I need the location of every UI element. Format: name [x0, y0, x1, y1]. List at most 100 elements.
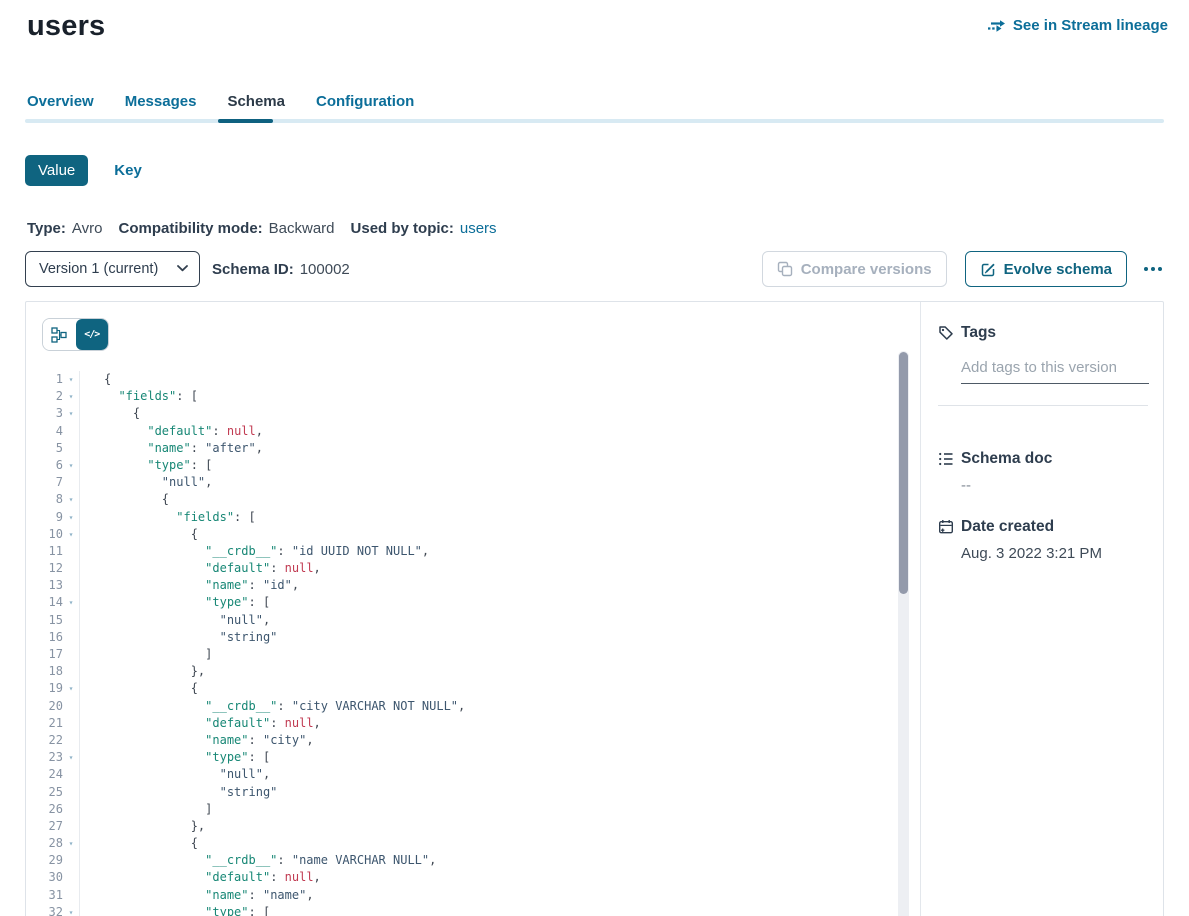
fold-spacer	[63, 629, 80, 646]
code-text: {	[80, 405, 140, 422]
code-line: 1▾{	[26, 371, 920, 388]
tags-heading-row: Tags	[938, 324, 1148, 342]
code-line: 24 "null",	[26, 766, 920, 783]
tab-rule	[25, 119, 1164, 123]
editor-scrollbar[interactable]	[898, 351, 909, 916]
schema-doc-section: Schema doc --	[938, 450, 1148, 494]
line-number: 20	[26, 698, 63, 715]
meta-type: Type: Avro	[27, 220, 102, 237]
date-created-heading-row: Date created	[938, 518, 1148, 536]
code-line: 16 "string"	[26, 629, 920, 646]
more-options-button[interactable]	[1142, 261, 1164, 277]
code-text: "string"	[80, 629, 277, 646]
code-line: 4 "default": null,	[26, 423, 920, 440]
fold-spacer	[63, 887, 80, 904]
line-number: 6	[26, 457, 63, 474]
compare-versions-button[interactable]: Compare versions	[762, 251, 947, 287]
code-line: 31 "name": "name",	[26, 887, 920, 904]
code-text: "default": null,	[80, 560, 321, 577]
fold-toggle-icon[interactable]: ▾	[63, 405, 80, 422]
code-line: 17 ]	[26, 646, 920, 663]
line-number: 19	[26, 680, 63, 697]
schema-editor[interactable]: </> 1▾{2▾ "fields": [3▾ {4 "default": nu…	[26, 302, 920, 916]
code-text: "null",	[80, 766, 270, 783]
line-number: 24	[26, 766, 63, 783]
fold-spacer	[63, 474, 80, 491]
code-line: 26 ]	[26, 801, 920, 818]
code-text: {	[80, 835, 198, 852]
fold-toggle-icon[interactable]: ▾	[63, 680, 80, 697]
value-tab-button[interactable]: Value	[25, 155, 88, 186]
fold-toggle-icon[interactable]: ▾	[63, 835, 80, 852]
code-text: ]	[80, 801, 212, 818]
code-line: 8▾ {	[26, 491, 920, 508]
fold-toggle-icon[interactable]: ▾	[63, 457, 80, 474]
code-text: },	[80, 663, 205, 680]
compare-versions-label: Compare versions	[801, 261, 932, 278]
calendar-plus-icon	[938, 519, 954, 535]
fold-toggle-icon[interactable]: ▾	[63, 526, 80, 543]
code-text: {	[80, 371, 111, 388]
line-number: 16	[26, 629, 63, 646]
fold-toggle-icon[interactable]: ▾	[63, 904, 80, 916]
add-tags-input[interactable]	[961, 356, 1149, 384]
tree-view-button[interactable]	[43, 319, 76, 350]
line-number: 23	[26, 749, 63, 766]
tab-messages[interactable]: Messages	[125, 93, 197, 110]
tree-view-icon	[51, 327, 67, 343]
line-number: 7	[26, 474, 63, 491]
active-tab-indicator	[218, 119, 273, 123]
fold-spacer	[63, 612, 80, 629]
version-bar: Version 1 (current) Schema ID: 100002 Co…	[25, 251, 1164, 287]
line-number: 3	[26, 405, 63, 422]
evolve-schema-button[interactable]: Evolve schema	[965, 251, 1127, 287]
tab-schema[interactable]: Schema	[227, 93, 285, 110]
date-created-section: Date created Aug. 3 2022 3:21 PM	[938, 518, 1148, 562]
schema-sidebar: Tags	[920, 302, 1163, 916]
tab-configuration[interactable]: Configuration	[316, 93, 414, 110]
code-line: 19▾ {	[26, 680, 920, 697]
code-text: "type": [	[80, 457, 212, 474]
code-line: 13 "name": "id",	[26, 577, 920, 594]
ellipsis-icon	[1144, 267, 1162, 271]
fold-toggle-icon[interactable]: ▾	[63, 388, 80, 405]
code-line: 29 "__crdb__": "name VARCHAR NULL",	[26, 852, 920, 869]
fold-spacer	[63, 715, 80, 732]
type-label: Type:	[27, 220, 66, 237]
code-view-button[interactable]: </>	[76, 319, 109, 350]
schema-id-value: 100002	[300, 261, 350, 278]
line-number: 27	[26, 818, 63, 835]
editor-scrollbar-thumb[interactable]	[899, 352, 908, 594]
tags-section: Tags	[938, 324, 1148, 406]
date-created-value: Aug. 3 2022 3:21 PM	[961, 545, 1148, 562]
page-title: users	[27, 10, 105, 43]
code-line: 7 "null",	[26, 474, 920, 491]
key-tab-link[interactable]: Key	[114, 162, 142, 179]
page-header: users See in Stream lineage	[0, 0, 1189, 43]
stream-lineage-link[interactable]: See in Stream lineage	[988, 17, 1168, 34]
fold-toggle-icon[interactable]: ▾	[63, 594, 80, 611]
fold-spacer	[63, 801, 80, 818]
code-editor-lines: 1▾{2▾ "fields": [3▾ {4 "default": null,5…	[26, 371, 920, 916]
topic-link[interactable]: users	[460, 220, 497, 237]
fold-spacer	[63, 766, 80, 783]
line-number: 28	[26, 835, 63, 852]
code-line: 3▾ {	[26, 405, 920, 422]
line-number: 22	[26, 732, 63, 749]
code-text: "__crdb__": "city VARCHAR NOT NULL",	[80, 698, 465, 715]
code-line: 9▾ "fields": [	[26, 509, 920, 526]
code-text: "type": [	[80, 904, 270, 916]
line-number: 18	[26, 663, 63, 680]
fold-toggle-icon[interactable]: ▾	[63, 371, 80, 388]
fold-toggle-icon[interactable]: ▾	[63, 491, 80, 508]
code-line: 12 "default": null,	[26, 560, 920, 577]
fold-toggle-icon[interactable]: ▾	[63, 749, 80, 766]
version-select[interactable]: Version 1 (current)	[25, 251, 200, 287]
line-number: 13	[26, 577, 63, 594]
line-number: 29	[26, 852, 63, 869]
value-key-toggle: Value Key	[25, 155, 1189, 186]
code-line: 21 "default": null,	[26, 715, 920, 732]
fold-toggle-icon[interactable]: ▾	[63, 509, 80, 526]
code-text: "default": null,	[80, 423, 263, 440]
tab-overview[interactable]: Overview	[27, 93, 94, 110]
